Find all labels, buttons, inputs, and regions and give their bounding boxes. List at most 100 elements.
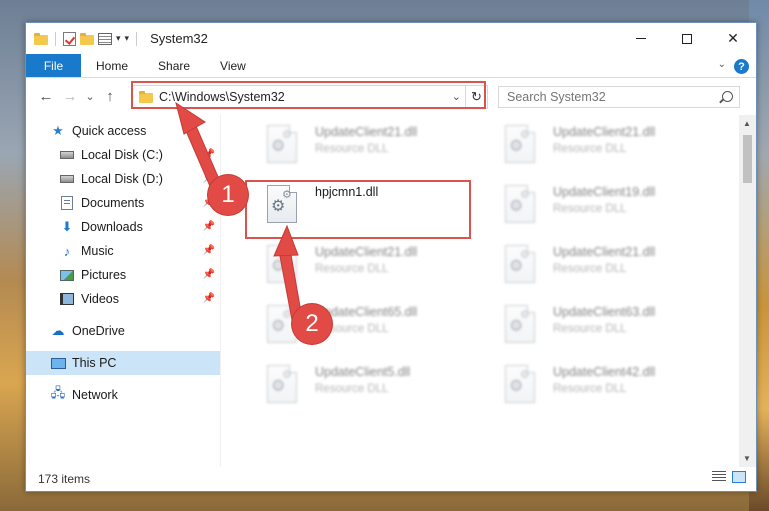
file-item[interactable]: UpdateClient21.dll Resource DLL xyxy=(483,239,711,295)
address-bar[interactable]: C:\Windows\System32 ⌄ ↻ xyxy=(131,85,488,109)
file-item[interactable]: UpdateClient19.dll Resource DLL xyxy=(483,179,711,235)
file-item[interactable]: UpdateClient21.dll Resource DLL xyxy=(483,119,711,175)
close-icon: ✕ xyxy=(727,30,739,46)
large-icons-view-icon[interactable] xyxy=(732,471,746,483)
videos-icon xyxy=(59,291,75,307)
maximize-button[interactable] xyxy=(664,23,710,54)
quick-access-toolbar: ▾ ▾ xyxy=(26,31,140,46)
chevron-down-icon[interactable]: ▾ xyxy=(116,33,121,44)
dll-file-icon xyxy=(267,125,301,167)
sidebar-item-quick-access[interactable]: ★ Quick access xyxy=(26,119,220,143)
file-item-hpjcmn1[interactable]: hpjcmn1.dll xyxy=(245,179,473,235)
sidebar-item-music[interactable]: ♪ Music 📌 xyxy=(26,239,220,263)
file-name: UpdateClient63.dll xyxy=(553,305,656,319)
dll-file-icon xyxy=(505,125,539,167)
download-icon: ⬇ xyxy=(61,219,73,234)
dll-file-icon xyxy=(267,365,301,407)
pin-icon[interactable]: 📌 xyxy=(203,245,215,256)
file-item[interactable]: UpdateClient65.dllResource DLL xyxy=(245,299,473,355)
file-item[interactable]: UpdateClient21.dll Resource DLL xyxy=(245,119,473,175)
dll-file-icon xyxy=(505,365,539,407)
expand-ribbon-icon[interactable]: ⌄ xyxy=(718,59,726,70)
pane-divider[interactable] xyxy=(220,115,221,467)
file-list: UpdateClient21.dll Resource DLL UpdateCli… xyxy=(223,115,737,467)
sidebar-item-label: Local Disk (D:) xyxy=(81,172,163,186)
file-name: UpdateClient21.dll xyxy=(553,125,656,139)
star-icon: ★ xyxy=(52,123,64,138)
file-type: Resource DLL xyxy=(553,323,627,335)
sidebar-item-onedrive[interactable]: ☁ OneDrive xyxy=(26,319,220,343)
title-bar: ▾ ▾ System32 ✕ xyxy=(26,23,756,54)
address-dropdown-icon[interactable]: ⌄ xyxy=(452,90,461,103)
search-icon[interactable] xyxy=(722,91,733,102)
close-button[interactable]: ✕ xyxy=(710,23,756,54)
network-icon: 🖧 xyxy=(50,385,66,400)
sidebar-item-label: Pictures xyxy=(81,268,127,282)
tab-file[interactable]: File xyxy=(26,54,81,77)
sidebar-item-documents[interactable]: Documents 📌 xyxy=(26,191,220,215)
file-name: hpjcmn1.dll xyxy=(315,185,379,199)
pin-icon[interactable]: 📌 xyxy=(203,149,215,160)
customize-toolbar-icon[interactable]: ▾ xyxy=(125,33,130,44)
details-view-icon[interactable] xyxy=(712,471,726,483)
file-name: UpdateClient21.dll xyxy=(315,245,418,259)
pin-icon[interactable]: 📌 xyxy=(203,269,215,280)
file-explorer-window: ▾ ▾ System32 ✕ File Home Share View ⌄ ? … xyxy=(25,22,757,492)
sidebar-item-videos[interactable]: Videos 📌 xyxy=(26,287,220,311)
toolbar-separator xyxy=(136,31,138,46)
tab-view[interactable]: View xyxy=(205,54,261,77)
status-bar: 173 items xyxy=(26,466,756,491)
step-2-callout: 2 xyxy=(292,304,332,344)
folder-icon xyxy=(139,91,153,103)
file-item[interactable]: UpdateClient21.dll Resource DLL xyxy=(245,239,473,295)
tab-home[interactable]: Home xyxy=(81,54,143,77)
file-type: Resource DLL xyxy=(315,263,389,275)
sidebar-item-pictures[interactable]: Pictures 📌 xyxy=(26,263,220,287)
dll-file-icon xyxy=(267,185,301,227)
sidebar-item-network[interactable]: 🖧 Network xyxy=(26,383,220,407)
maximize-icon xyxy=(682,33,692,44)
sidebar-item-local-disk-d[interactable]: Local Disk (D:) 📌 xyxy=(26,167,220,191)
file-name: UpdateClient42.dll xyxy=(553,365,656,379)
file-item[interactable]: UpdateClient63.dll Resource DLL xyxy=(483,299,711,355)
window-controls: ✕ xyxy=(618,23,756,54)
vertical-scrollbar[interactable]: ▲ ▼ xyxy=(739,115,756,467)
cloud-icon: ☁ xyxy=(51,323,65,338)
folder-icon[interactable] xyxy=(34,32,48,45)
sidebar-item-local-disk-c[interactable]: Local Disk (C:) 📌 xyxy=(26,143,220,167)
scroll-up-icon[interactable]: ▲ xyxy=(743,119,751,128)
up-button[interactable]: ↑ xyxy=(98,88,122,105)
file-type: Resource DLL xyxy=(315,383,389,395)
search-input[interactable] xyxy=(507,90,707,104)
view-switcher xyxy=(712,471,746,483)
ribbon-tabs: File Home Share View ⌄ ? xyxy=(26,54,756,78)
forward-button[interactable]: → xyxy=(58,88,82,105)
minimize-button[interactable] xyxy=(618,23,664,54)
file-type: Resource DLL xyxy=(553,203,627,215)
scroll-down-icon[interactable]: ▼ xyxy=(743,454,751,463)
scrollbar-thumb[interactable] xyxy=(743,135,752,183)
drive-icon xyxy=(59,147,75,163)
search-box[interactable] xyxy=(498,86,740,108)
file-item[interactable]: UpdateClient42.dll Resource DLL xyxy=(483,359,711,415)
tab-share[interactable]: Share xyxy=(143,54,205,77)
sidebar-item-label: OneDrive xyxy=(72,324,125,338)
sidebar-item-this-pc[interactable]: This PC xyxy=(26,351,220,375)
pin-icon[interactable]: 📌 xyxy=(203,221,215,232)
pin-icon[interactable]: 📌 xyxy=(203,293,215,304)
rename-icon[interactable] xyxy=(98,32,112,45)
address-path[interactable]: C:\Windows\System32 xyxy=(159,90,285,104)
back-button[interactable]: ← xyxy=(34,88,58,105)
dll-file-icon xyxy=(505,305,539,347)
dll-file-icon xyxy=(267,245,301,287)
sidebar-item-label: Downloads xyxy=(81,220,143,234)
help-icon[interactable]: ? xyxy=(734,59,749,74)
sidebar-item-downloads[interactable]: ⬇ Downloads 📌 xyxy=(26,215,220,239)
new-folder-icon[interactable] xyxy=(80,32,94,45)
dll-file-icon xyxy=(505,245,539,287)
refresh-icon[interactable]: ↻ xyxy=(465,86,487,108)
recent-locations-button[interactable]: ⌄ xyxy=(82,90,98,103)
properties-check-icon[interactable] xyxy=(63,31,76,46)
file-item[interactable]: UpdateClient5.dll Resource DLL xyxy=(245,359,473,415)
sidebar-item-label: This PC xyxy=(72,356,117,370)
